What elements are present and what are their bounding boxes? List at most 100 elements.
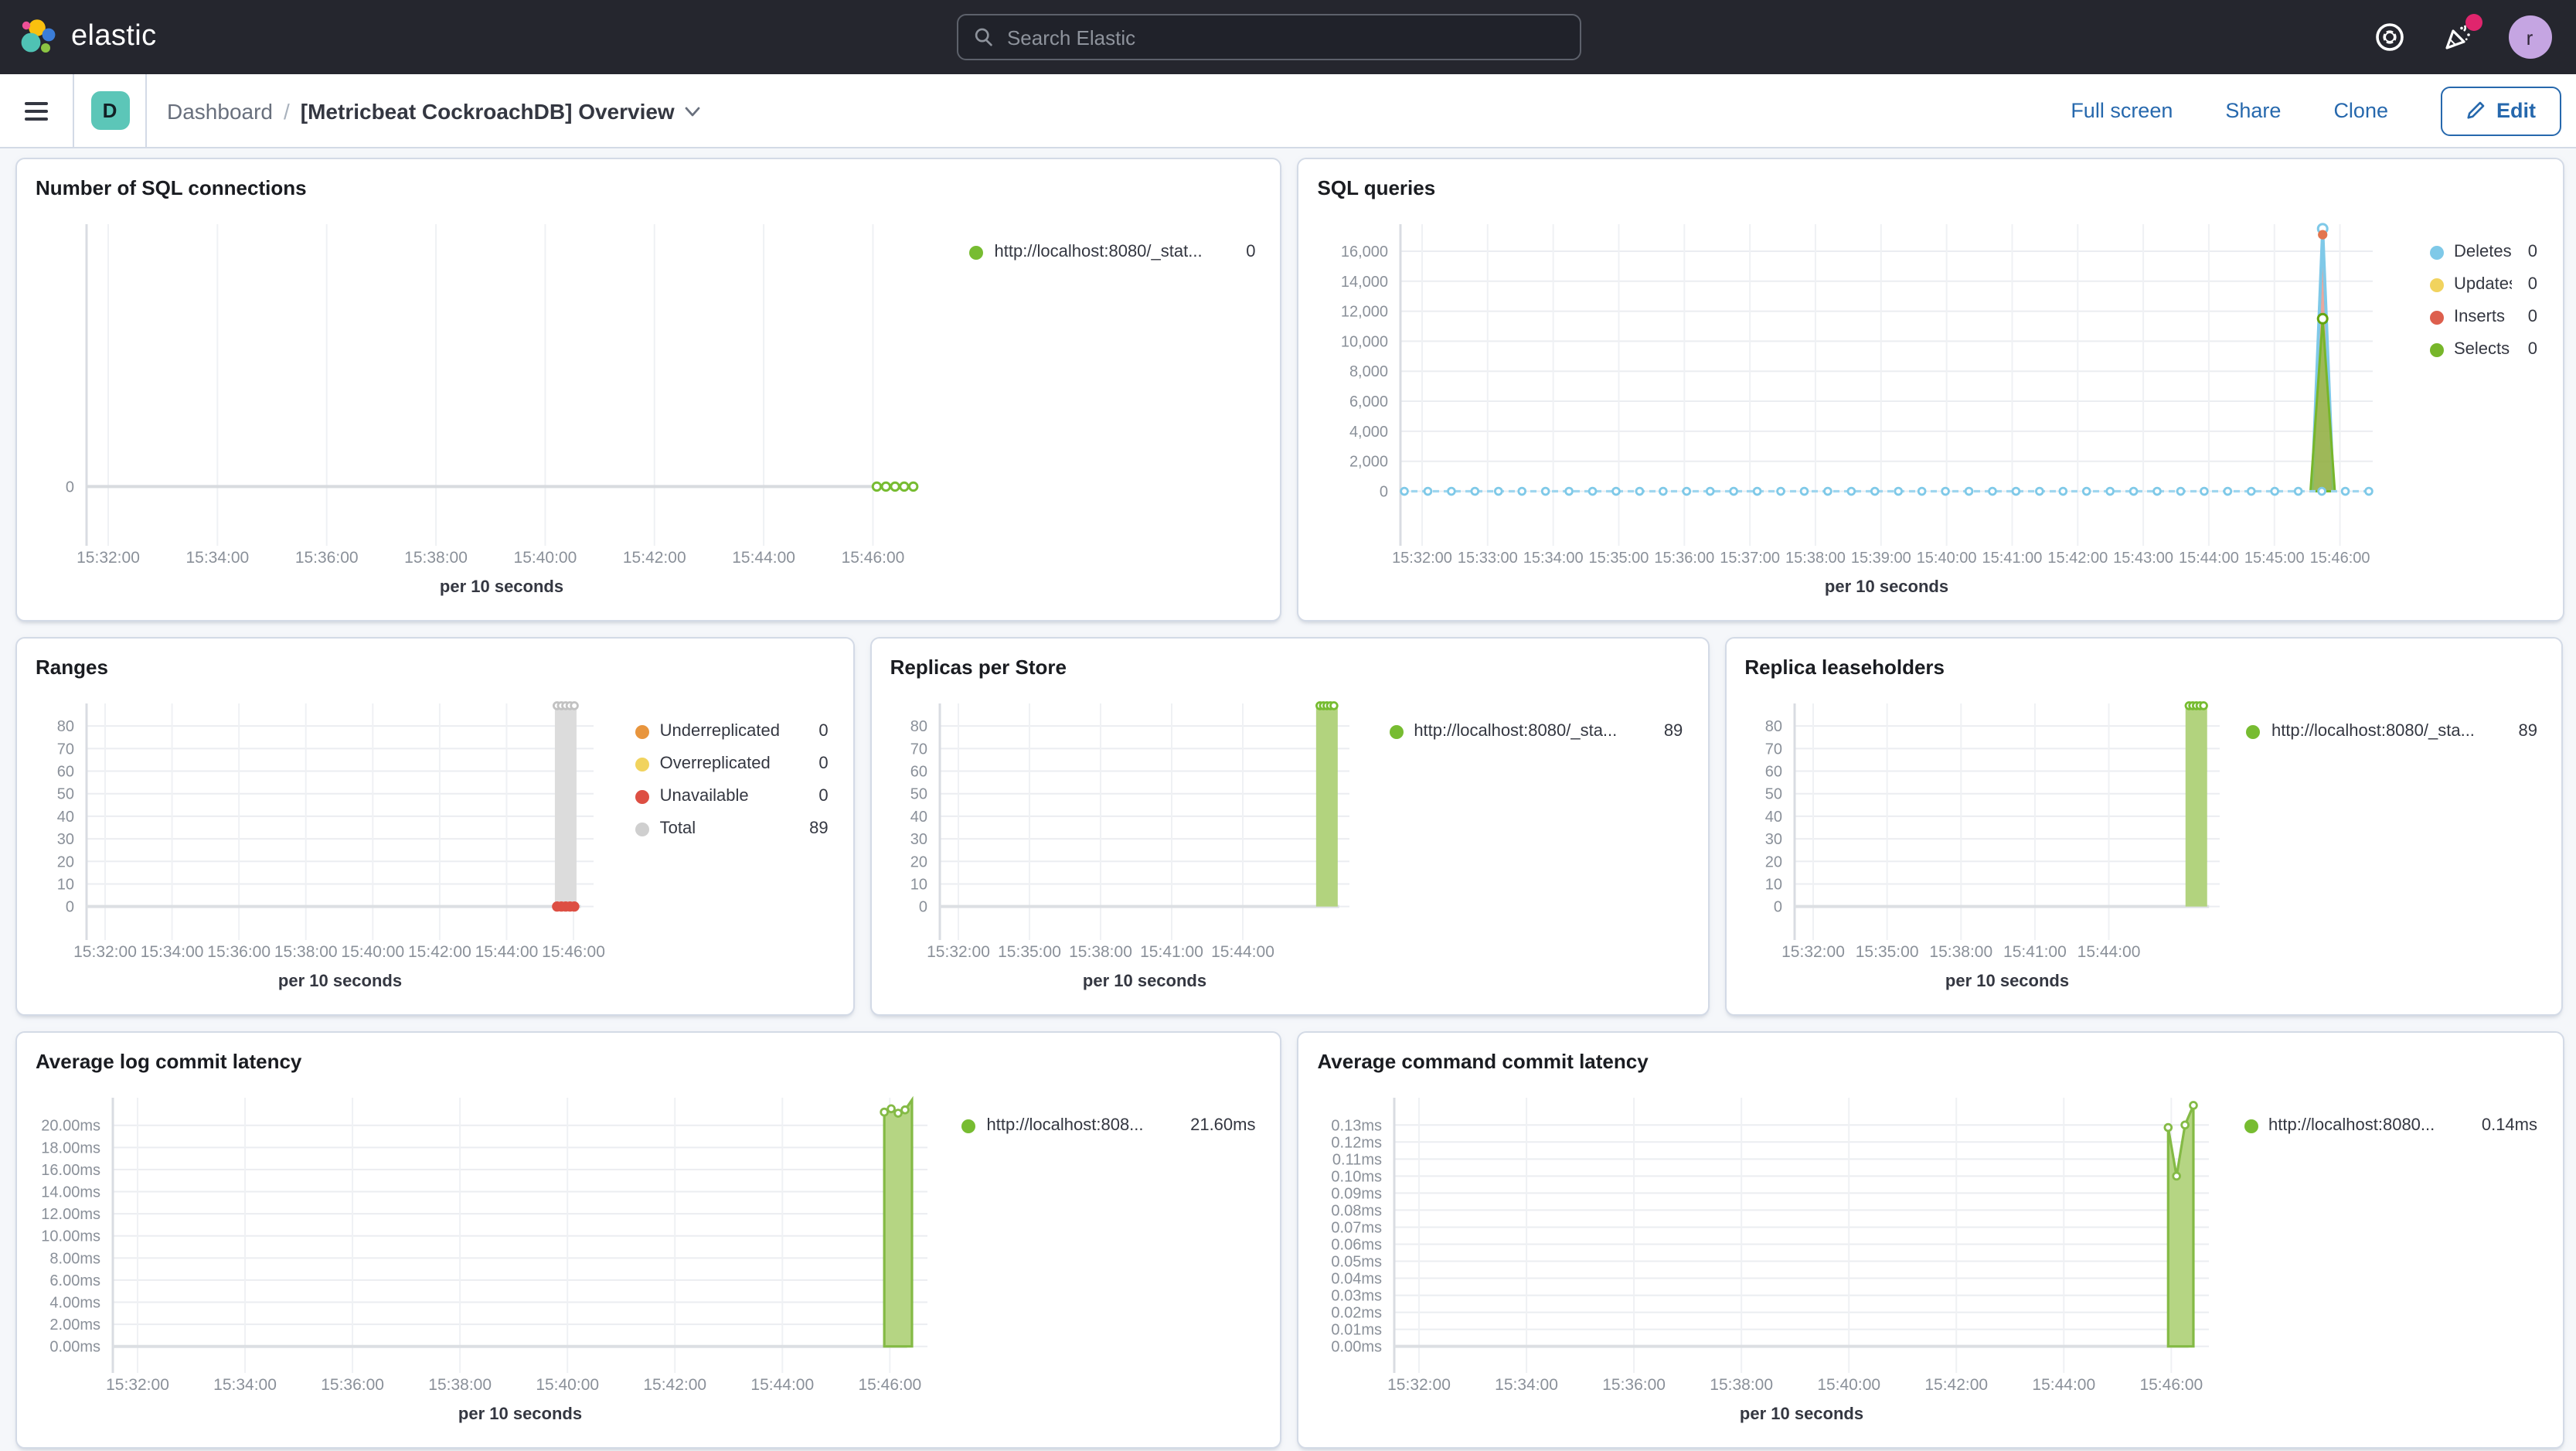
svg-text:20: 20: [1764, 853, 1781, 870]
chart-canvas[interactable]: 0.00ms 0.01ms 0.02ms 0.03ms 0.04ms 0.05ms 0.06…: [1299, 1088, 2562, 1447]
svg-text:15:44:00: 15:44:00: [2077, 943, 2140, 961]
legend-item[interactable]: Selects 0: [2429, 340, 2537, 359]
chart-canvas[interactable]: 0 15:32:00 15:34:00 15:36:00 15:38:00 15:40:0…: [17, 215, 1280, 620]
user-avatar[interactable]: r: [2508, 15, 2551, 59]
svg-text:15:46:00: 15:46:00: [542, 943, 605, 961]
svg-text:20.00ms: 20.00ms: [41, 1118, 100, 1135]
svg-text:12.00ms: 12.00ms: [41, 1206, 100, 1223]
breadcrumb-dashboard-link[interactable]: Dashboard: [167, 98, 273, 123]
svg-text:0.03ms: 0.03ms: [1332, 1288, 1383, 1305]
svg-text:0.08ms: 0.08ms: [1332, 1202, 1383, 1219]
svg-text:15:41:00: 15:41:00: [1140, 943, 1203, 961]
menu-hamburger-icon[interactable]: [0, 73, 74, 148]
svg-text:per 10 seconds: per 10 seconds: [278, 971, 402, 990]
legend-item[interactable]: Unavailable 0: [635, 787, 829, 806]
panel-title[interactable]: Ranges: [17, 639, 853, 679]
help-icon[interactable]: [2372, 20, 2406, 54]
legend-series-dot: [961, 1119, 976, 1133]
svg-text:0.09ms: 0.09ms: [1332, 1185, 1383, 1202]
svg-text:2,000: 2,000: [1349, 454, 1388, 471]
chart-canvas[interactable]: 0 2,000 4,000 6,000 8,000 10,000 12,000 14,000 1…: [1299, 215, 2562, 620]
panel-average-command-commit-latency: Average command commit latency 0.00ms 0.0…: [1297, 1031, 2564, 1449]
svg-text:15:35:00: 15:35:00: [998, 943, 1061, 961]
legend-series-value: 0: [2527, 308, 2537, 326]
clone-button[interactable]: Clone: [2333, 99, 2388, 122]
svg-text:15:44:00: 15:44:00: [2180, 550, 2240, 567]
svg-text:15:36:00: 15:36:00: [207, 943, 271, 961]
svg-text:15:42:00: 15:42:00: [408, 943, 471, 961]
legend-series-value: 89: [1663, 722, 1683, 741]
chart-canvas[interactable]: 0.00ms 2.00ms 4.00ms 6.00ms 8.00ms 10.00ms 12.…: [17, 1088, 1280, 1447]
panel-title[interactable]: SQL queries: [1299, 159, 2562, 199]
chart-canvas[interactable]: 0 10 20 30 40 50 60 70 80 15:32:00 15:35:00 15:38:0…: [872, 694, 1708, 1014]
panel-title[interactable]: Replica leaseholders: [1726, 639, 2562, 679]
space-switcher[interactable]: D: [74, 73, 147, 148]
legend-item[interactable]: http://localhost:8080/_sta... 89: [1389, 722, 1683, 741]
page-title[interactable]: [Metricbeat CockroachDB] Overview: [301, 98, 703, 123]
svg-text:0.00ms: 0.00ms: [1332, 1339, 1383, 1356]
svg-text:15:42:00: 15:42:00: [623, 549, 686, 567]
svg-text:15:42:00: 15:42:00: [1925, 1376, 1989, 1394]
panel-title[interactable]: Average command commit latency: [1299, 1033, 2562, 1073]
legend-series-label: Underreplicated: [659, 722, 780, 741]
legend-item[interactable]: http://localhost:8080/_stat... 0: [969, 243, 1256, 261]
legend-series-label: http://localhost:8080...: [2268, 1116, 2435, 1135]
svg-text:50: 50: [1764, 786, 1781, 803]
legend-item[interactable]: http://localhost:8080... 0.14ms: [2244, 1116, 2537, 1135]
legend-item[interactable]: Overreplicated 0: [635, 754, 829, 773]
svg-text:4.00ms: 4.00ms: [49, 1295, 100, 1312]
space-badge[interactable]: D: [90, 91, 129, 130]
svg-text:0: 0: [1380, 484, 1388, 501]
legend-series-dot: [635, 757, 649, 771]
legend-item[interactable]: Updates 0: [2429, 275, 2537, 294]
panel-number-of-sql-connections: Number of SQL connections 0 15:32:00 15:34…: [15, 158, 1282, 622]
legend-series-dot: [969, 245, 984, 259]
global-search[interactable]: [957, 14, 1582, 60]
svg-text:70: 70: [57, 741, 74, 758]
legend-series-label: http://localhost:808...: [986, 1116, 1144, 1135]
chart-legend: Underreplicated 0 Overreplicated 0 Unavailab…: [635, 722, 829, 838]
legend-item[interactable]: Inserts 0: [2429, 308, 2537, 326]
svg-text:0: 0: [919, 899, 927, 916]
svg-text:15:44:00: 15:44:00: [750, 1376, 814, 1394]
legend-item[interactable]: Deletes 0: [2429, 243, 2537, 261]
legend-series-label: Deletes: [2454, 243, 2512, 261]
svg-text:15:42:00: 15:42:00: [643, 1376, 706, 1394]
svg-text:80: 80: [1764, 718, 1781, 735]
legend-item[interactable]: http://localhost:8080/_sta... 89: [2246, 722, 2537, 741]
legend-series-dot: [2429, 278, 2443, 291]
panel-ranges: Ranges 0 10 20 30 40 50 60 70 80 15:32:00 15:34:00…: [15, 637, 855, 1016]
pencil-icon: [2467, 101, 2485, 119]
full-screen-button[interactable]: Full screen: [2071, 99, 2173, 122]
svg-text:0.12ms: 0.12ms: [1332, 1134, 1383, 1151]
svg-text:10.00ms: 10.00ms: [41, 1228, 100, 1245]
svg-text:15:44:00: 15:44:00: [732, 549, 795, 567]
svg-text:15:44:00: 15:44:00: [475, 943, 539, 961]
elastic-logo[interactable]: elastic: [0, 17, 157, 57]
svg-text:15:34:00: 15:34:00: [141, 943, 204, 961]
legend-series-label: Updates: [2454, 275, 2513, 294]
panel-title[interactable]: Average log commit latency: [17, 1033, 1280, 1073]
svg-text:18.00ms: 18.00ms: [41, 1139, 100, 1156]
legend-series-label: Unavailable: [659, 787, 749, 806]
svg-text:0.11ms: 0.11ms: [1332, 1151, 1382, 1168]
header-right-icons: r: [2372, 0, 2551, 74]
search-input[interactable]: [1006, 26, 1565, 49]
svg-text:0.07ms: 0.07ms: [1332, 1219, 1383, 1236]
chart-canvas[interactable]: 0 10 20 30 40 50 60 70 80 15:32:00 15:35:00 15:38:0…: [1726, 694, 2562, 1014]
svg-text:per 10 seconds: per 10 seconds: [1825, 577, 1948, 596]
svg-text:50: 50: [57, 786, 74, 803]
panel-title[interactable]: Number of SQL connections: [17, 159, 1280, 199]
legend-item[interactable]: Underreplicated 0: [635, 722, 829, 741]
svg-text:15:41:00: 15:41:00: [1982, 550, 2043, 567]
legend-item[interactable]: http://localhost:808... 21.60ms: [961, 1116, 1256, 1135]
legend-item[interactable]: Total 89: [635, 819, 829, 838]
legend-series-label: Overreplicated: [659, 754, 771, 773]
edit-button[interactable]: Edit: [2441, 86, 2561, 135]
svg-text:15:40:00: 15:40:00: [1818, 1376, 1881, 1394]
panel-title[interactable]: Replicas per Store: [872, 639, 1708, 679]
svg-text:15:38:00: 15:38:00: [274, 943, 338, 961]
whats-new-icon[interactable]: [2440, 14, 2482, 54]
svg-text:40: 40: [57, 809, 74, 826]
share-button[interactable]: Share: [2225, 99, 2281, 122]
